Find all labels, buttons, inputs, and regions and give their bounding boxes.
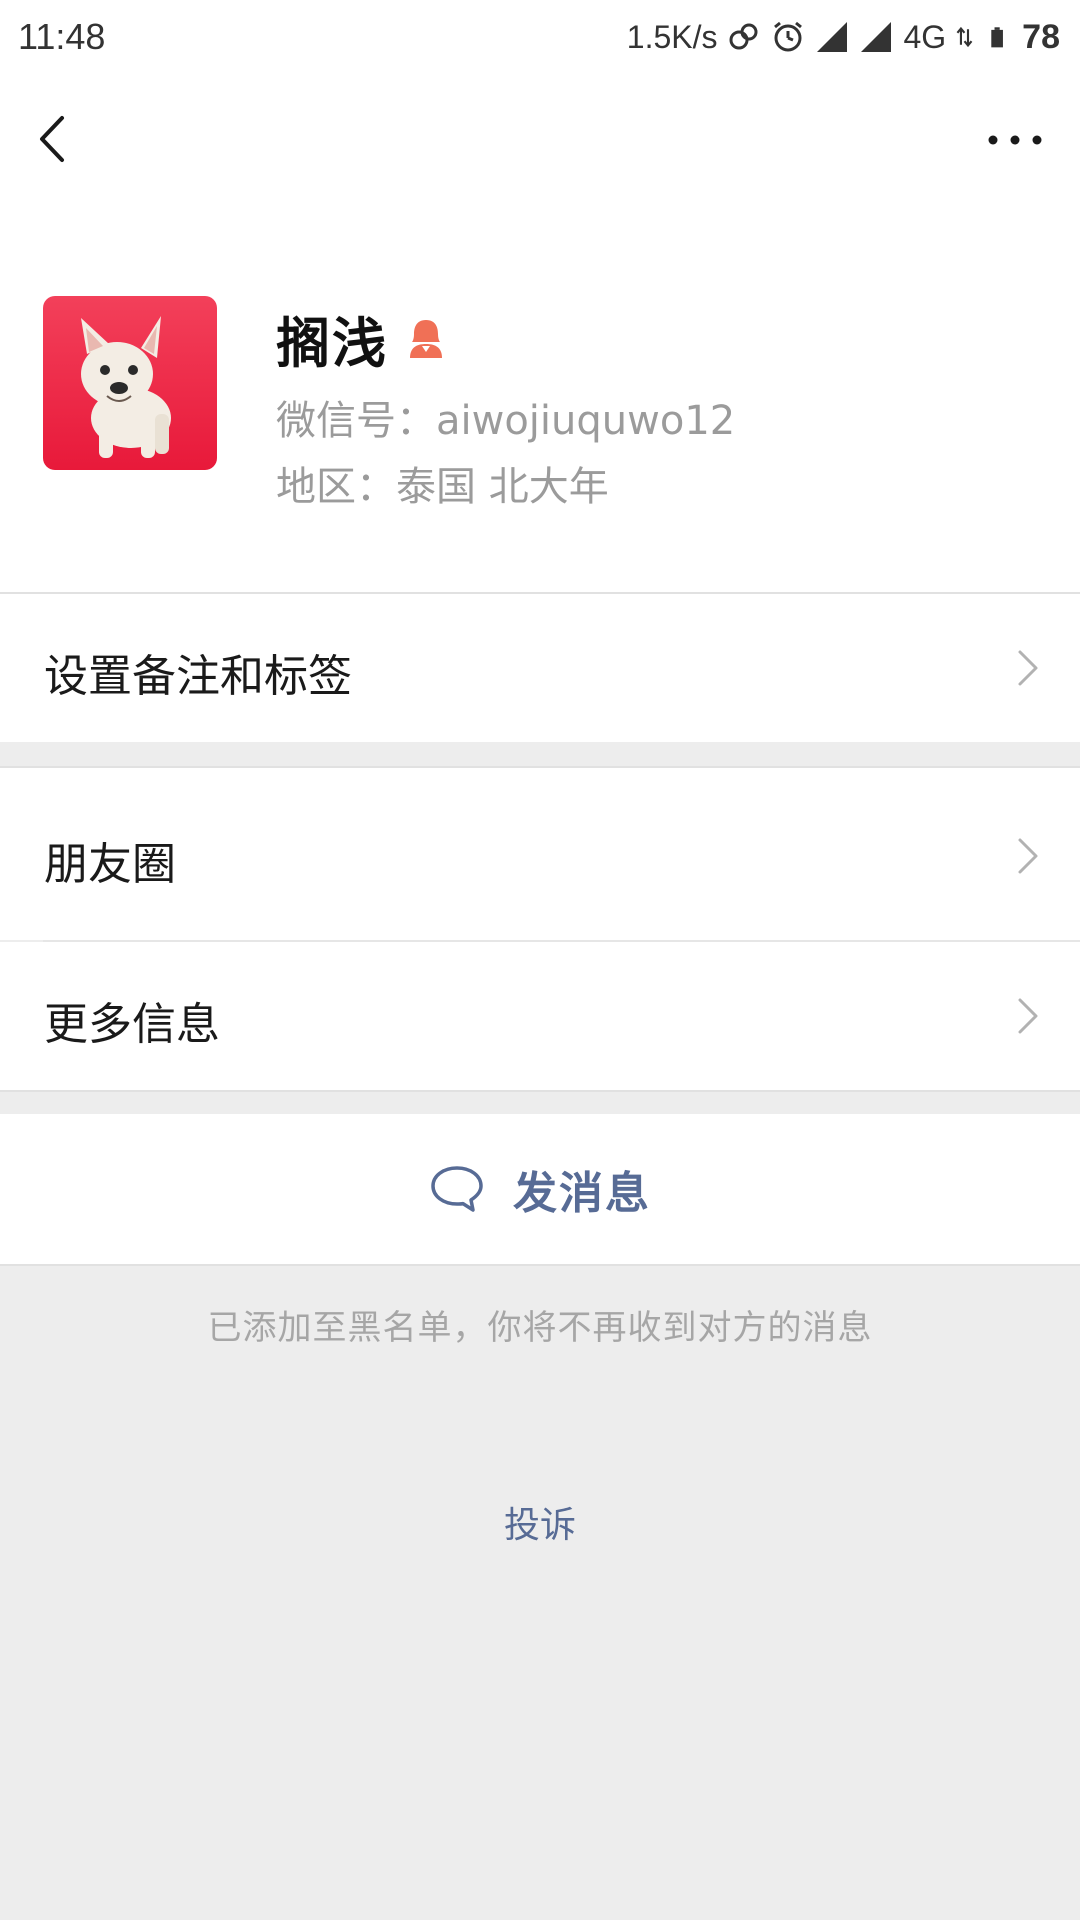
battery-level: 78 xyxy=(1022,17,1060,56)
row-label: 朋友圈 xyxy=(44,839,176,890)
avatar[interactable] xyxy=(43,296,217,470)
send-message-button[interactable]: 发消息 xyxy=(0,1114,1080,1264)
status-icons: 1.5K/s 4G 78 xyxy=(627,14,1060,60)
network-type: 4G xyxy=(903,18,947,55)
row-moments[interactable]: 朋友圈 xyxy=(0,768,1080,940)
chevron-right-icon xyxy=(1018,838,1038,874)
chat-bubble-icon xyxy=(431,1166,483,1212)
network-speed: 1.5K/s xyxy=(626,18,718,55)
profile-name: 搁浅 xyxy=(276,311,388,375)
signal-icon xyxy=(817,22,848,52)
report-link[interactable]: 投诉 xyxy=(0,1496,1080,1548)
profile-name-row: 搁浅 xyxy=(276,300,448,376)
divider xyxy=(0,1090,1080,1092)
status-time: 11:48 xyxy=(18,16,106,57)
data-arrows-icon xyxy=(956,26,973,48)
top-bar xyxy=(0,74,1080,204)
more-dots-icon[interactable] xyxy=(980,104,1050,174)
region: 地区：泰国 北大年 xyxy=(276,464,609,510)
row-remark-tags[interactable]: 设置备注和标签 xyxy=(0,594,1080,742)
signal-icon xyxy=(861,22,892,52)
row-label: 设置备注和标签 xyxy=(44,651,352,702)
profile-card: 搁浅 微信号：aiwojiuquwo12 地区：泰国 北大年 xyxy=(0,204,1080,592)
blacklist-note: 已添加至黑名单，你将不再收到对方的消息 xyxy=(207,1308,873,1348)
wechat-id: 微信号：aiwojiuquwo12 xyxy=(276,398,736,444)
female-user-icon xyxy=(410,320,442,358)
back-icon[interactable] xyxy=(30,104,90,174)
row-more-info[interactable]: 更多信息 xyxy=(0,942,1080,1090)
chevron-right-icon xyxy=(1018,650,1038,686)
section-gap xyxy=(0,742,1080,766)
divider xyxy=(0,1264,1080,1266)
status-bar: 11:48 1.5K/s 4G 78 xyxy=(0,0,1080,74)
chevron-right-icon xyxy=(1018,998,1038,1034)
battery-icon xyxy=(991,27,1004,48)
alarm-icon xyxy=(774,21,803,52)
report-label[interactable]: 投诉 xyxy=(504,1505,576,1546)
link-icon xyxy=(729,23,758,50)
send-message-label: 发消息 xyxy=(513,1168,651,1219)
row-label: 更多信息 xyxy=(44,999,220,1050)
contact-profile-screen: 11:48 1.5K/s 4G 78 搁浅 微信号：aiwojiuquwo12 … xyxy=(0,0,1080,1920)
